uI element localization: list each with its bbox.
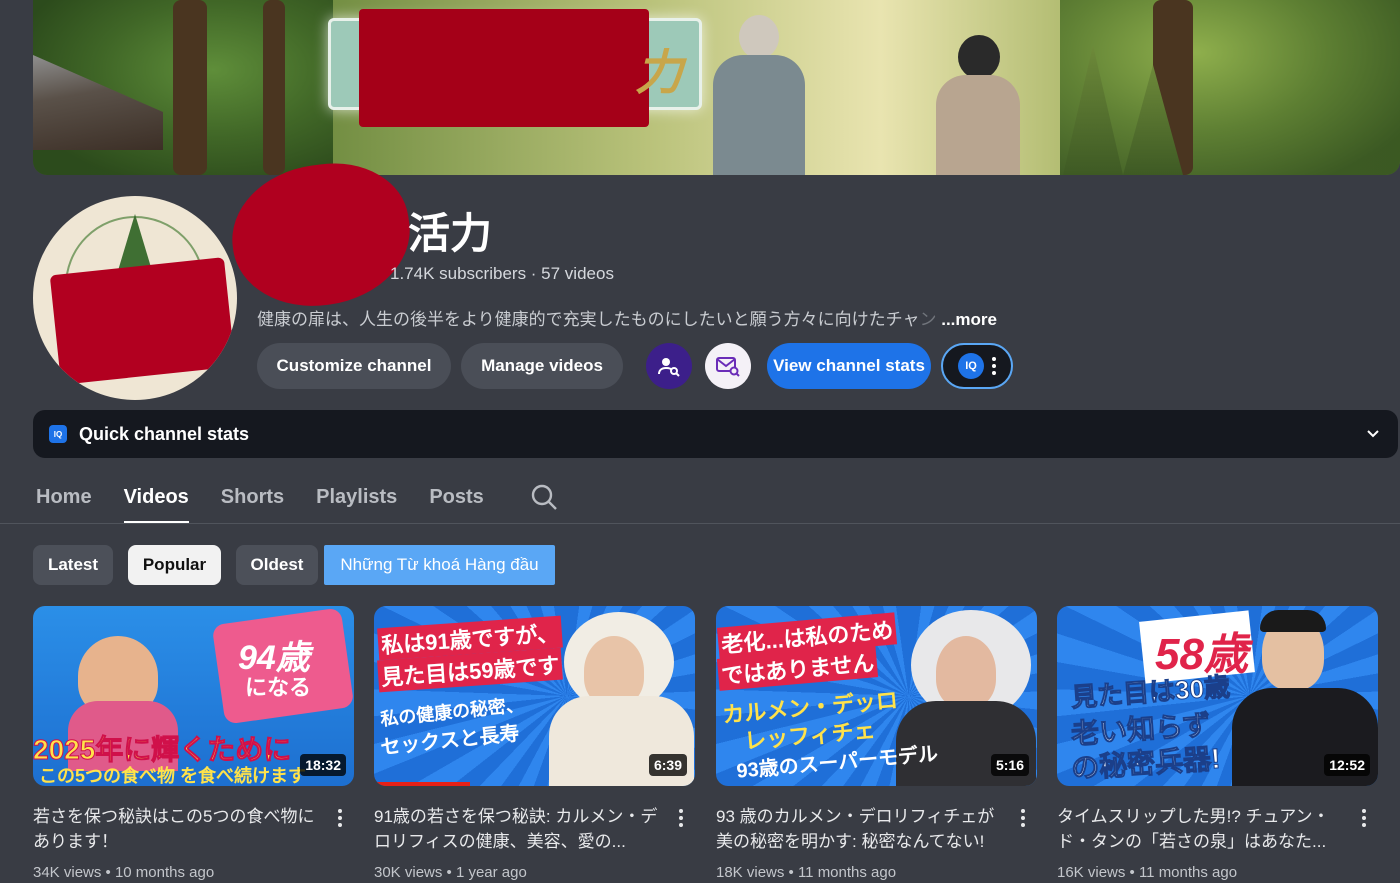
video-thumbnail[interactable]: 老化...は私のため ではありません カルメン・デッロ レッフィチェ 93歳のス… [716, 606, 1037, 786]
redaction [223, 153, 419, 317]
video-title[interactable]: タイムスリップした男!? チュアン・ド・タンの「若さの泉」はあなた... [1057, 804, 1347, 854]
banner-trunk [173, 0, 207, 175]
chevron-down-icon[interactable] [1366, 427, 1380, 441]
more-actions-icon[interactable] [1013, 806, 1033, 832]
chip-popular[interactable]: Popular [128, 545, 221, 585]
video-duration: 5:16 [990, 754, 1029, 776]
tab-videos[interactable]: Videos [123, 470, 190, 524]
video-card[interactable]: 94歳 になる 2025年に輝くために この5つの食べ物 を食べ続けます 18:… [33, 606, 354, 881]
video-title[interactable]: 93 歳のカルメン・デロリフィチェが美の秘密を明かす: 秘密なんてない! [716, 804, 1006, 854]
vidiq-icon: IQ [958, 353, 984, 379]
tab-shorts[interactable]: Shorts [221, 470, 284, 524]
watch-progress [374, 782, 471, 786]
banner-person-woman [928, 35, 1028, 175]
kebab-icon [992, 356, 996, 377]
video-meta: 18K views • 11 months ago [716, 864, 897, 881]
video-meta: 34K views • 10 months ago [33, 864, 215, 881]
chip-latest[interactable]: Latest [33, 545, 113, 585]
channel-meta: 1.74K subscribers · 57 videos [390, 264, 614, 283]
video-card[interactable]: 老化...は私のため ではありません カルメン・デッロ レッフィチェ 93歳のス… [716, 606, 1037, 881]
more-actions-icon[interactable] [330, 806, 350, 832]
thumbnail-text: この5つの食べ物 を食べ続けます [39, 766, 307, 786]
video-card[interactable]: 私は91歳ですが、 見た目は59歳です 私の健康の秘密、 セックスと長寿 6:3… [374, 606, 695, 881]
channel-description[interactable]: 健康の扉は、人生の後半をより健康的で充実したものにしたいと願う方々に向けたチャン… [257, 305, 997, 330]
vidiq-menu-button[interactable]: IQ [941, 343, 1013, 389]
mail-search-icon [716, 357, 740, 377]
chip-oldest[interactable]: Oldest [236, 545, 318, 585]
channel-description-fade: ン [919, 310, 937, 329]
tab-playlists[interactable]: Playlists [316, 470, 397, 524]
more-actions-icon[interactable] [1354, 806, 1374, 832]
tabs-divider [0, 523, 1400, 524]
video-thumbnail[interactable]: 94歳 になる 2025年に輝くために この5つの食べ物 を食べ続けます 18:… [33, 606, 354, 786]
video-thumbnail[interactable]: 私は91歳ですが、 見た目は59歳です 私の健康の秘密、 セックスと長寿 6:3… [374, 606, 695, 786]
video-thumbnail[interactable]: 58歳 見た目は30歳 老い知らず の秘密兵器! 12:52 [1057, 606, 1378, 786]
channel-banner: 力 [33, 0, 1400, 175]
search-icon[interactable] [530, 483, 558, 511]
video-duration: 12:52 [1324, 754, 1370, 776]
video-title[interactable]: 91歳の若さを保つ秘訣: カルメン・デロリフィスの健康、美容、愛の... [374, 804, 664, 854]
tab-posts[interactable]: Posts [429, 470, 483, 524]
more-link[interactable]: ...more [941, 310, 997, 329]
quick-stats-label: Quick channel stats [79, 423, 250, 444]
user-search-button[interactable] [646, 343, 692, 389]
customize-channel-button[interactable]: Customize channel [257, 343, 451, 389]
user-search-icon [658, 358, 680, 377]
channel-description-text: 健康の扉は、人生の後半をより健康的で充実したものにしたいと願う方々に向けたチャ [257, 310, 920, 329]
banner-person-man [703, 15, 813, 175]
redaction [49, 257, 236, 385]
channel-name: 活力 [408, 210, 493, 257]
channel-tabs: Home Videos Shorts Playlists Posts [36, 470, 558, 524]
video-title[interactable]: 若さを保つ秘訣はこの5つの食べ物にあります！ [33, 804, 323, 854]
video-meta: 16K views • 11 months ago [1057, 864, 1238, 881]
video-duration: 6:39 [648, 754, 687, 776]
more-actions-icon[interactable] [671, 806, 691, 832]
banner-sign-text: 力 [634, 47, 685, 100]
channel-avatar[interactable] [33, 196, 237, 400]
mail-search-button[interactable] [705, 343, 751, 389]
video-duration: 18:32 [300, 754, 346, 776]
view-channel-stats-button[interactable]: View channel stats [767, 343, 931, 389]
video-card[interactable]: 58歳 見た目は30歳 老い知らず の秘密兵器! 12:52 タイムスリップした… [1057, 606, 1378, 881]
chip-top-keywords[interactable]: Những Từ khoá Hàng đầu [324, 545, 555, 585]
vidiq-icon: IQ [49, 425, 67, 443]
thumbnail-text: になる [245, 675, 312, 700]
redaction [359, 9, 649, 127]
banner-sign: 力 [328, 9, 702, 127]
quick-channel-stats-bar[interactable]: IQ Quick channel stats [33, 410, 1398, 458]
tab-home[interactable]: Home [36, 470, 92, 524]
banner-trunk [263, 0, 285, 175]
video-meta: 30K views • 1 year ago [374, 864, 527, 881]
manage-videos-button[interactable]: Manage videos [461, 343, 623, 389]
